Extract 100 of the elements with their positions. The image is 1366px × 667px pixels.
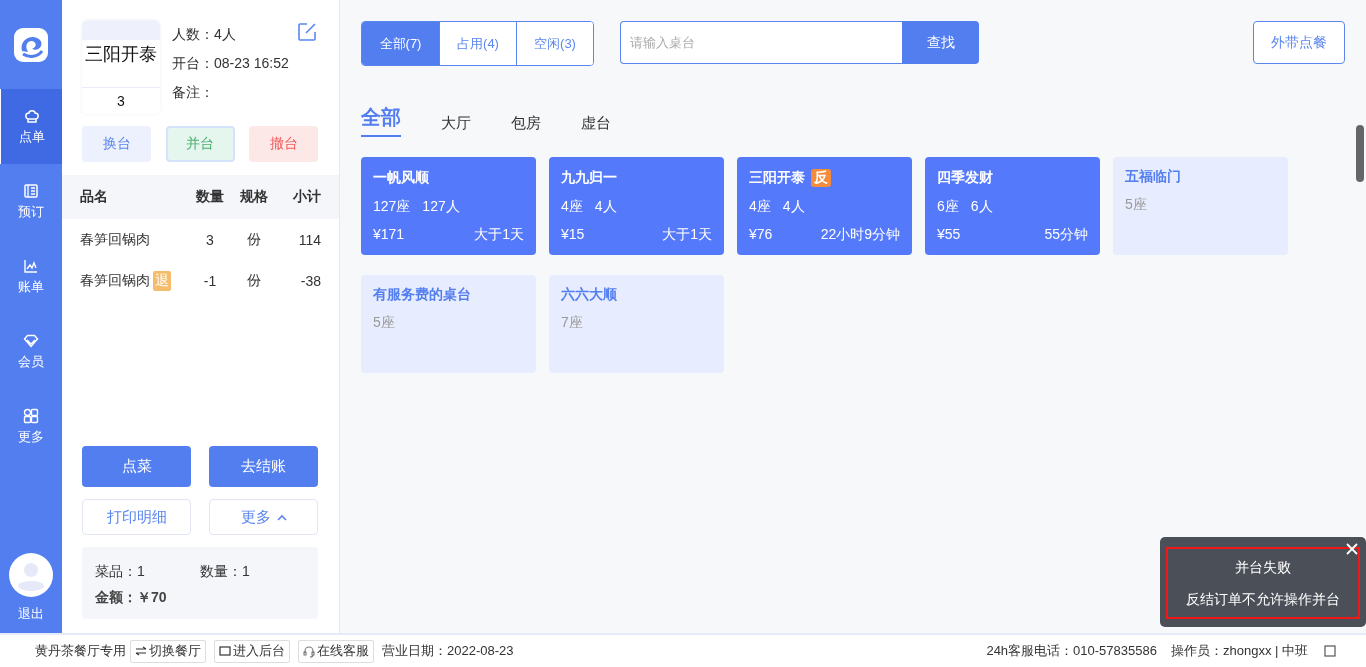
headset-icon — [303, 644, 315, 658]
table-amount: ¥171 — [373, 226, 405, 244]
column-header: 品名 — [80, 188, 109, 206]
status-button[interactable]: 在线客服 — [298, 639, 374, 663]
swap-icon — [135, 646, 147, 656]
table-action-button[interactable]: 撤台 — [249, 126, 318, 162]
table-cell-text: 114 — [297, 231, 321, 248]
table-duration: 大于1天 — [474, 226, 524, 244]
logo-icon — [13, 26, 49, 63]
filter-tab[interactable]: 占用(4) — [439, 22, 516, 65]
seat-count: 5座 — [373, 314, 395, 332]
order-info: 备注： — [172, 83, 215, 102]
table-action-button[interactable]: 换台 — [82, 126, 151, 162]
table-amount: ¥76 — [749, 226, 773, 244]
primary-button[interactable]: 点菜 — [82, 446, 191, 487]
nav-item[interactable]: 更多 — [0, 389, 62, 464]
table-cell-text: -38 — [299, 272, 321, 289]
notebook-icon — [23, 182, 39, 199]
filter-tab[interactable]: 空闲(3) — [516, 22, 593, 65]
area-tab[interactable]: 大厅 — [441, 114, 471, 137]
guest-count: 6人 — [970, 198, 993, 216]
table-name: 一帆风顺 — [373, 169, 429, 187]
occupied-table-card[interactable]: 三阳开泰 反 4座 4人 ¥76 22小时9分钟 — [737, 157, 912, 255]
occupied-table-card[interactable]: 一帆风顺 127座 127人 ¥171 大于1天 — [361, 157, 536, 255]
free-table-card[interactable]: 有服务费的桌台 5座 — [361, 275, 536, 373]
order-info: 人数：4人 — [172, 25, 237, 44]
table-name: 有服务费的桌台 — [373, 286, 472, 304]
monitor-icon — [219, 646, 231, 656]
dish-name: 春笋回锅肉 — [80, 271, 150, 290]
status-button[interactable]: 切换餐厅 — [130, 639, 206, 663]
status-button[interactable]: 进入后台 — [214, 639, 290, 663]
avatar-icon[interactable] — [9, 553, 53, 597]
occupied-table-card[interactable]: 九九归一 4座 4人 ¥15 大于1天 — [549, 157, 724, 255]
amount-label: 金额： — [95, 589, 137, 607]
table-duration: 22小时9分钟 — [820, 226, 900, 244]
grid-icon — [23, 407, 39, 424]
outline-button[interactable]: 更多 — [209, 499, 318, 535]
takeout-button[interactable]: 外带点餐 — [1253, 21, 1345, 64]
seat-count: 6座 — [937, 198, 959, 216]
table-cell-text: 份 — [246, 230, 262, 249]
guest-count: 127人 — [422, 198, 460, 216]
dish-count: 菜品：1 — [95, 563, 146, 581]
table-name: 六六大顺 — [561, 286, 618, 304]
column-header: 数量 — [195, 188, 225, 206]
table-amount: ¥15 — [561, 226, 585, 244]
table-duration: 大于1天 — [662, 226, 712, 244]
table-cell-text: -1 — [202, 272, 218, 289]
logout-link[interactable]: 退出 — [18, 605, 44, 623]
search-field[interactable]: 请输入桌台 — [620, 21, 902, 64]
nav-item[interactable]: 预订 — [0, 164, 62, 239]
close-icon[interactable] — [1346, 543, 1358, 555]
edit-icon[interactable] — [297, 22, 317, 42]
seat-count: 4座 — [561, 198, 583, 216]
restaurant-name: 黄丹茶餐厅专用 — [35, 642, 126, 660]
guest-count: 4人 — [782, 198, 805, 216]
table-number: 3 — [117, 92, 125, 111]
free-table-card[interactable]: 五福临门 5座 — [1113, 157, 1288, 255]
occupied-table-card[interactable]: 四季发财 6座 6人 ¥55 55分钟 — [925, 157, 1100, 255]
service-hotline: 24h客服电话：010-57835586 — [986, 642, 1157, 660]
nav-item[interactable]: 账单 — [0, 239, 62, 314]
fullscreen-icon[interactable] — [1324, 645, 1336, 657]
amount-value: ￥70 — [137, 589, 167, 607]
table-name: 三阳开泰 — [749, 169, 805, 187]
nav-item[interactable]: 会员 — [0, 314, 62, 389]
column-header: 规格 — [239, 188, 269, 206]
refund-tag: 退 — [153, 270, 171, 291]
chart-icon — [23, 257, 39, 274]
table-duration: 55分钟 — [1044, 226, 1088, 244]
table-cell-text: 3 — [205, 231, 215, 248]
guest-count: 4人 — [594, 198, 617, 216]
business-date: 营业日期：2022-08-23 — [382, 642, 514, 660]
chef-hat-icon — [24, 107, 40, 124]
area-tab[interactable]: 虚台 — [581, 114, 611, 137]
seat-count: 5座 — [1125, 196, 1147, 214]
scrollbar-thumb[interactable] — [1356, 125, 1364, 182]
table-name: 三阳开泰 — [82, 20, 160, 88]
nav-item[interactable]: 点单 — [0, 89, 63, 164]
operator-info: 操作员：zhongxx | 中班 — [1170, 642, 1308, 660]
search-button[interactable]: 查找 — [902, 21, 979, 64]
table-action-button[interactable]: 并台 — [165, 126, 235, 162]
outline-button[interactable]: 打印明细 — [82, 499, 191, 535]
primary-button[interactable]: 去结账 — [209, 446, 318, 487]
column-header: 小计 — [292, 188, 321, 206]
toast-message: 反结订单不允许操作并台 — [1186, 591, 1340, 609]
reverse-badge: 反 — [811, 169, 831, 187]
quantity-count: 数量：1 — [200, 563, 250, 581]
area-tab[interactable]: 全部 — [361, 104, 401, 137]
seat-count: 7座 — [561, 314, 583, 332]
seat-count: 4座 — [749, 198, 771, 216]
filter-tab[interactable]: 全部(7) — [362, 22, 439, 65]
free-table-card[interactable]: 六六大顺 7座 — [549, 275, 724, 373]
table-amount: ¥55 — [937, 226, 961, 244]
toast-title: 并台失败 — [1235, 559, 1291, 577]
caret-icon — [276, 513, 287, 521]
area-tab[interactable]: 包房 — [511, 114, 541, 137]
table-name: 九九归一 — [561, 169, 617, 187]
diamond-icon — [23, 332, 39, 349]
order-info: 开台：08-23 16:52 — [172, 54, 289, 73]
seat-count: 127座 — [373, 198, 411, 216]
table-name: 五福临门 — [1125, 168, 1182, 186]
